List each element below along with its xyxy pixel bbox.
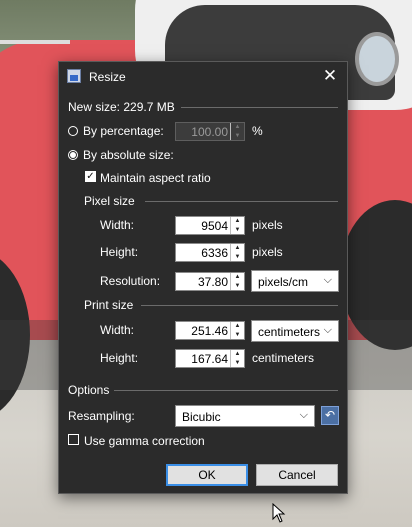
spin-down-icon[interactable]: ▼ [231,282,244,290]
undo-icon: ↶ [324,408,336,422]
maintain-aspect-label[interactable]: Maintain aspect ratio [100,171,211,185]
pixel-width-value: 9504 [201,219,228,233]
print-width-unit-value: centimeters [258,325,321,339]
resize-dialog: Resize ✕ New size: 229.7 MB By percentag… [58,61,348,494]
dialog-titlebar[interactable]: Resize ✕ [59,62,347,91]
print-height-input[interactable]: 167.64 ▲ ▼ [175,349,245,368]
options-separator [114,390,338,391]
resampling-dropdown[interactable]: Bicubic ⌵ [175,405,315,427]
close-button[interactable]: ✕ [313,62,347,91]
spin-down-icon[interactable]: ▼ [231,253,244,261]
percentage-value: 100.00 [191,125,228,139]
new-size-separator [181,107,338,108]
spin-down-icon[interactable]: ▼ [231,132,244,140]
percentage-unit: % [252,124,263,138]
pixel-height-spinner[interactable]: ▲ ▼ [230,244,244,261]
print-size-separator [141,305,338,306]
ok-button[interactable]: OK [166,464,248,486]
chevron-down-icon: ⌵ [299,409,308,421]
reset-resampling-button[interactable]: ↶ [321,406,339,425]
pixel-height-input[interactable]: 6336 ▲ ▼ [175,243,245,262]
print-width-unit-dropdown[interactable]: centimeters ⌵ [251,320,339,342]
resampling-label: Resampling: [68,409,135,423]
percentage-input[interactable]: 100.00 ▲ ▼ [175,122,245,141]
by-percentage-radio[interactable] [68,126,78,136]
photo-porthole-window [355,32,399,86]
resolution-unit-value: pixels/cm [258,275,309,289]
chevron-down-icon: ⌵ [323,274,332,286]
spin-down-icon[interactable]: ▼ [231,331,244,339]
print-width-spinner[interactable]: ▲ ▼ [230,322,244,339]
pixel-height-value: 6336 [201,246,228,260]
print-height-unit: centimeters [252,351,315,365]
print-height-value: 167.64 [191,352,228,366]
pixel-height-unit: pixels [252,245,283,259]
pixel-height-label: Height: [100,245,139,259]
print-height-spinner[interactable]: ▲ ▼ [230,350,244,367]
spin-down-icon[interactable]: ▼ [231,226,244,234]
percentage-spinner[interactable]: ▲ ▼ [230,123,244,140]
gamma-correction-label[interactable]: Use gamma correction [84,434,205,448]
chevron-down-icon: ⌵ [323,324,332,336]
pixel-width-input[interactable]: 9504 ▲ ▼ [175,216,245,235]
print-size-heading: Print size [84,298,134,312]
pixel-width-unit: pixels [252,218,283,232]
photo-chrome-trim [0,40,70,44]
mouse-cursor-icon [272,503,286,523]
gamma-correction-checkbox[interactable] [68,434,79,445]
print-height-label: Height: [100,351,139,365]
spin-up-icon[interactable]: ▲ [231,350,244,358]
pixel-width-label: Width: [100,218,135,232]
by-percentage-label[interactable]: By percentage: [83,124,164,138]
dialog-title: Resize [89,70,126,84]
pixel-size-heading: Pixel size [84,194,135,208]
resolution-unit-dropdown[interactable]: pixels/cm ⌵ [251,270,339,292]
pixel-size-separator [145,201,338,202]
cancel-button[interactable]: Cancel [256,464,338,486]
spin-up-icon[interactable]: ▲ [231,273,244,281]
resize-app-icon [67,69,81,83]
options-heading: Options [68,383,110,397]
print-width-label: Width: [100,323,135,337]
by-absolute-size-label[interactable]: By absolute size: [83,148,174,162]
pixel-width-spinner[interactable]: ▲ ▼ [230,217,244,234]
spin-up-icon[interactable]: ▲ [231,322,244,330]
resolution-spinner[interactable]: ▲ ▼ [230,273,244,290]
close-icon: ✕ [322,66,338,85]
by-absolute-size-radio[interactable] [68,150,78,160]
check-icon: ✓ [86,171,95,182]
resampling-value: Bicubic [182,410,221,424]
maintain-aspect-checkbox[interactable]: ✓ [85,171,96,182]
resolution-label: Resolution: [100,274,161,288]
resolution-input[interactable]: 37.80 ▲ ▼ [175,272,245,291]
new-size-label: New size: 229.7 MB [68,100,175,114]
spin-up-icon[interactable]: ▲ [231,217,244,225]
resolution-value: 37.80 [197,275,228,289]
spin-down-icon[interactable]: ▼ [231,359,244,367]
print-width-input[interactable]: 251.46 ▲ ▼ [175,321,245,340]
spin-up-icon[interactable]: ▲ [231,123,244,131]
spin-up-icon[interactable]: ▲ [231,244,244,252]
print-width-value: 251.46 [191,324,228,338]
